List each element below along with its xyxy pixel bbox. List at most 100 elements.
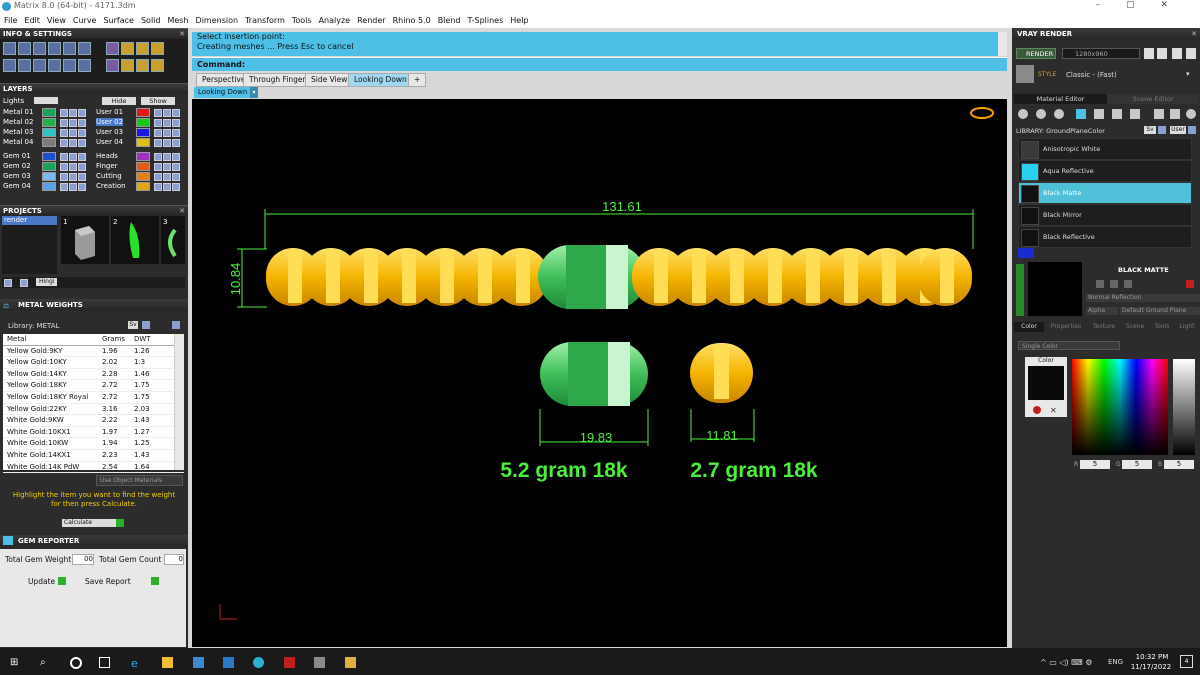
light-icon[interactable] (1186, 109, 1196, 119)
tool-icon[interactable] (106, 59, 119, 72)
list-item[interactable]: Black Reflective (1018, 226, 1192, 248)
drop-icon[interactable] (1018, 109, 1028, 119)
task-view-icon[interactable] (70, 657, 82, 669)
table-row[interactable]: White Gold:10KW 1.94 1.25 (3, 438, 184, 450)
layer-toggle-icon[interactable] (163, 183, 171, 191)
layer-toggle-icon[interactable] (163, 173, 171, 181)
table-row[interactable]: Yellow Gold:14KY 2.28 1.46 (3, 369, 184, 381)
notification-icon[interactable]: 4 (1180, 655, 1193, 668)
layer-toggle-icon[interactable] (172, 163, 180, 171)
green-field[interactable]: 5 (1122, 460, 1152, 469)
color-mode-select[interactable]: Single Color (1018, 341, 1120, 350)
menu-tsplines[interactable]: T-Splines (463, 14, 506, 25)
mail-icon[interactable] (223, 657, 234, 668)
project-thumb[interactable]: 1 (61, 216, 109, 264)
windows-start-icon[interactable]: ⊞ (10, 657, 21, 668)
list-item[interactable]: Black Mirror (1018, 204, 1192, 226)
tool-icon[interactable] (121, 59, 134, 72)
tray-icons[interactable]: ^ ▭ ◁) ⌨ ⚙ (1040, 658, 1092, 667)
tab-scene-editor[interactable]: Scene Editor (1107, 94, 1199, 104)
layer-color-swatch[interactable] (136, 162, 150, 171)
layer-toggle-icon[interactable] (163, 119, 171, 127)
layer-item[interactable]: Gem 04 (3, 182, 31, 190)
edge-icon[interactable]: e (131, 657, 142, 670)
red-field[interactable]: 5 (1080, 460, 1110, 469)
menu-edit[interactable]: Edit (20, 14, 43, 25)
layer-toggle-icon[interactable] (60, 183, 68, 191)
tool-icon[interactable] (151, 42, 164, 55)
table-row[interactable]: Yellow Gold:22KY 3.16 2.03 (3, 404, 184, 416)
command-input[interactable]: Command: (192, 57, 1007, 71)
tool-icon[interactable] (33, 59, 46, 72)
eyedropper-icon[interactable] (1033, 406, 1041, 414)
menu-curve[interactable]: Curve (69, 14, 100, 25)
tool-icon[interactable] (3, 59, 16, 72)
material-icon[interactable] (1154, 109, 1164, 119)
material-icon[interactable] (1112, 109, 1122, 119)
tool-icon[interactable] (1110, 280, 1118, 288)
menu-transform[interactable]: Transform (241, 14, 288, 25)
layer-item[interactable]: Metal 04 (3, 138, 33, 146)
tool-icon[interactable] (106, 42, 119, 55)
layer-toggle-icon[interactable] (172, 183, 180, 191)
table-scrollbar[interactable] (174, 334, 184, 470)
layer-item[interactable]: Gem 02 (3, 162, 31, 170)
layer-color-swatch[interactable] (42, 162, 56, 171)
layer-toggle-icon[interactable] (60, 129, 68, 137)
refresh-icon[interactable] (1186, 280, 1194, 288)
layer-toggle-icon[interactable] (69, 139, 77, 147)
layer-color-swatch[interactable] (42, 108, 56, 117)
close-icon[interactable]: ✕ (179, 206, 185, 216)
clock-time[interactable]: 10:32 PM (1133, 653, 1171, 661)
table-row[interactable]: White Gold:14KX1 2.23 1.43 (3, 450, 184, 462)
layer-toggle-icon[interactable] (60, 153, 68, 161)
value-slider[interactable] (1173, 359, 1195, 455)
expand-handle[interactable] (1016, 264, 1024, 316)
alpha-select[interactable]: Alpha (1086, 307, 1118, 315)
project-thumb[interactable]: 2 (111, 216, 159, 264)
layer-toggle-icon[interactable] (78, 163, 86, 171)
search-icon[interactable]: ⌕ (40, 657, 51, 668)
layer-color-swatch[interactable] (136, 118, 150, 127)
viewport[interactable]: 131.61 10.84 19.83 11.81 5.2 gram 18k 2.… (192, 99, 1007, 647)
layer-toggle-icon[interactable] (69, 153, 77, 161)
layer-toggle-icon[interactable] (172, 119, 180, 127)
play-icon[interactable] (151, 577, 159, 585)
drop-icon[interactable] (1036, 109, 1046, 119)
menu-tools[interactable]: Tools (288, 14, 315, 25)
layer-toggle-icon[interactable] (163, 153, 171, 161)
color-swatch[interactable] (1028, 366, 1064, 400)
material-icon[interactable] (1094, 109, 1104, 119)
layer-toggle-icon[interactable] (60, 163, 68, 171)
tab-side-view[interactable]: Side View (305, 73, 354, 87)
layer-toggle-icon[interactable] (69, 163, 77, 171)
command-scrollbar[interactable] (998, 32, 1007, 56)
menu-blend[interactable]: Blend (434, 14, 464, 25)
matrix-app-icon[interactable] (253, 657, 264, 668)
layer-toggle-icon[interactable] (69, 129, 77, 137)
layer-color-swatch[interactable] (136, 138, 150, 147)
show-button[interactable]: Show (141, 97, 175, 105)
layer-toggle-icon[interactable] (78, 153, 86, 161)
layer-toggle-icon[interactable] (78, 139, 86, 147)
render-tool-icon[interactable] (1186, 48, 1196, 59)
tool-icon[interactable] (63, 59, 76, 72)
play-icon[interactable] (58, 577, 66, 585)
layer-item[interactable]: User 04 (96, 138, 123, 146)
table-row[interactable]: White Gold:9KW 2.22 1.43 (3, 415, 184, 427)
tab-looking-down[interactable]: Looking Down (348, 73, 413, 87)
app-icon[interactable] (345, 657, 356, 668)
layer-toggle-icon[interactable] (154, 129, 162, 137)
list-item[interactable]: Anisotropic White (1018, 138, 1192, 160)
use-object-materials[interactable]: Use Object Materials (96, 475, 183, 486)
app-icon[interactable] (284, 657, 295, 668)
library-icon[interactable] (142, 321, 150, 329)
layer-toggle-icon[interactable] (163, 139, 171, 147)
tool-icon[interactable] (33, 42, 46, 55)
table-row[interactable]: Yellow Gold:10KY 2.02 1.3 (3, 357, 184, 369)
close-icon[interactable]: ✕ (179, 29, 185, 39)
sv-button[interactable]: Sv (1144, 126, 1156, 134)
layer-toggle-icon[interactable] (154, 139, 162, 147)
table-row[interactable]: White Gold:14K PdW 2.54 1.64 (3, 462, 184, 474)
ground-select[interactable]: Default Ground Plane (1120, 307, 1200, 315)
